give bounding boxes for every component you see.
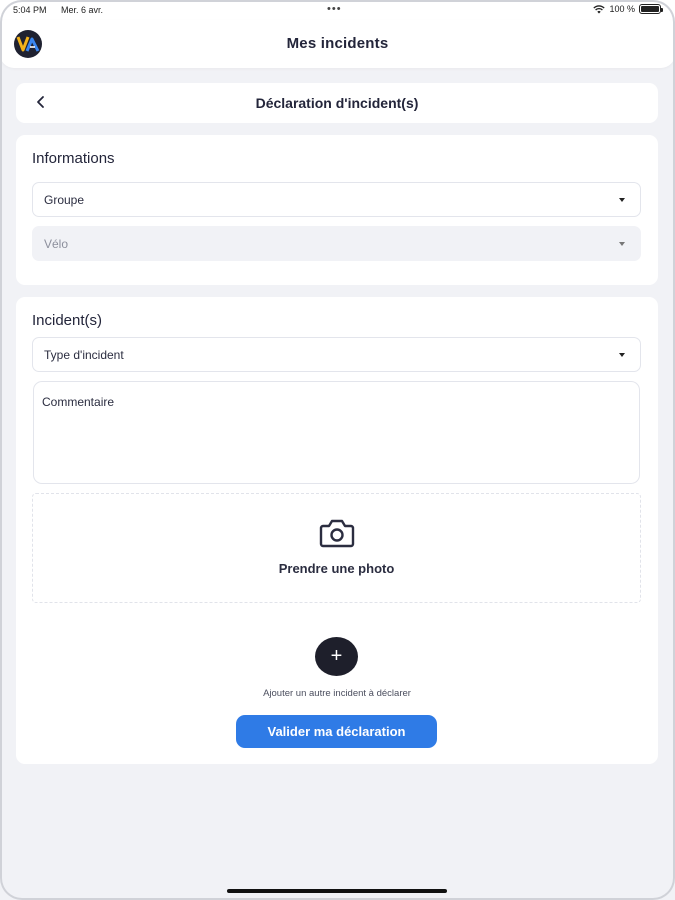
battery-icon [639, 4, 663, 14]
multitasking-dots[interactable]: ••• [327, 3, 342, 15]
home-indicator[interactable] [227, 889, 447, 893]
submit-declaration-button[interactable]: Valider ma déclaration [236, 715, 437, 748]
group-select-label: Groupe [44, 193, 85, 207]
add-incident-button[interactable]: + [315, 637, 358, 676]
incident-type-select[interactable]: Type d'incident [32, 337, 641, 372]
wifi-icon [593, 4, 606, 13]
bike-select: Vélo [32, 226, 641, 261]
status-time: 5:04 PM [13, 5, 47, 15]
informations-card: Informations Groupe Vélo [16, 135, 658, 285]
bike-select-label: Vélo [44, 237, 69, 251]
status-right: 100 % [593, 4, 663, 14]
caret-down-icon [619, 353, 625, 357]
caret-down-icon [619, 242, 625, 246]
chevron-left-icon[interactable] [32, 93, 50, 111]
group-select[interactable]: Groupe [32, 182, 641, 217]
incidents-title: Incident(s) [32, 312, 103, 329]
status-date: Mer. 6 avr. [61, 5, 104, 15]
take-photo-button[interactable]: Prendre une photo [32, 493, 641, 603]
incidents-card: Incident(s) Type d'incident Commentaire … [16, 297, 658, 764]
add-incident-label: Ajouter un autre incident à déclarer [263, 688, 411, 699]
camera-icon [319, 519, 355, 548]
declaration-header: Déclaration d'incident(s) [16, 83, 658, 123]
comment-field[interactable]: Commentaire [33, 381, 640, 484]
incident-type-label: Type d'incident [44, 348, 124, 362]
status-bar: 5:04 PM Mer. 6 avr. ••• 100 % [0, 0, 675, 20]
app-bar: Mes incidents [0, 20, 675, 68]
informations-title: Informations [32, 150, 115, 167]
app-title: Mes incidents [286, 35, 389, 52]
plus-icon: + [330, 645, 343, 667]
page-title: Déclaration d'incident(s) [255, 95, 419, 111]
comment-placeholder: Commentaire [42, 395, 115, 409]
caret-down-icon [619, 198, 625, 202]
battery-percent: 100 % [609, 4, 635, 14]
take-photo-label: Prendre une photo [278, 561, 395, 576]
